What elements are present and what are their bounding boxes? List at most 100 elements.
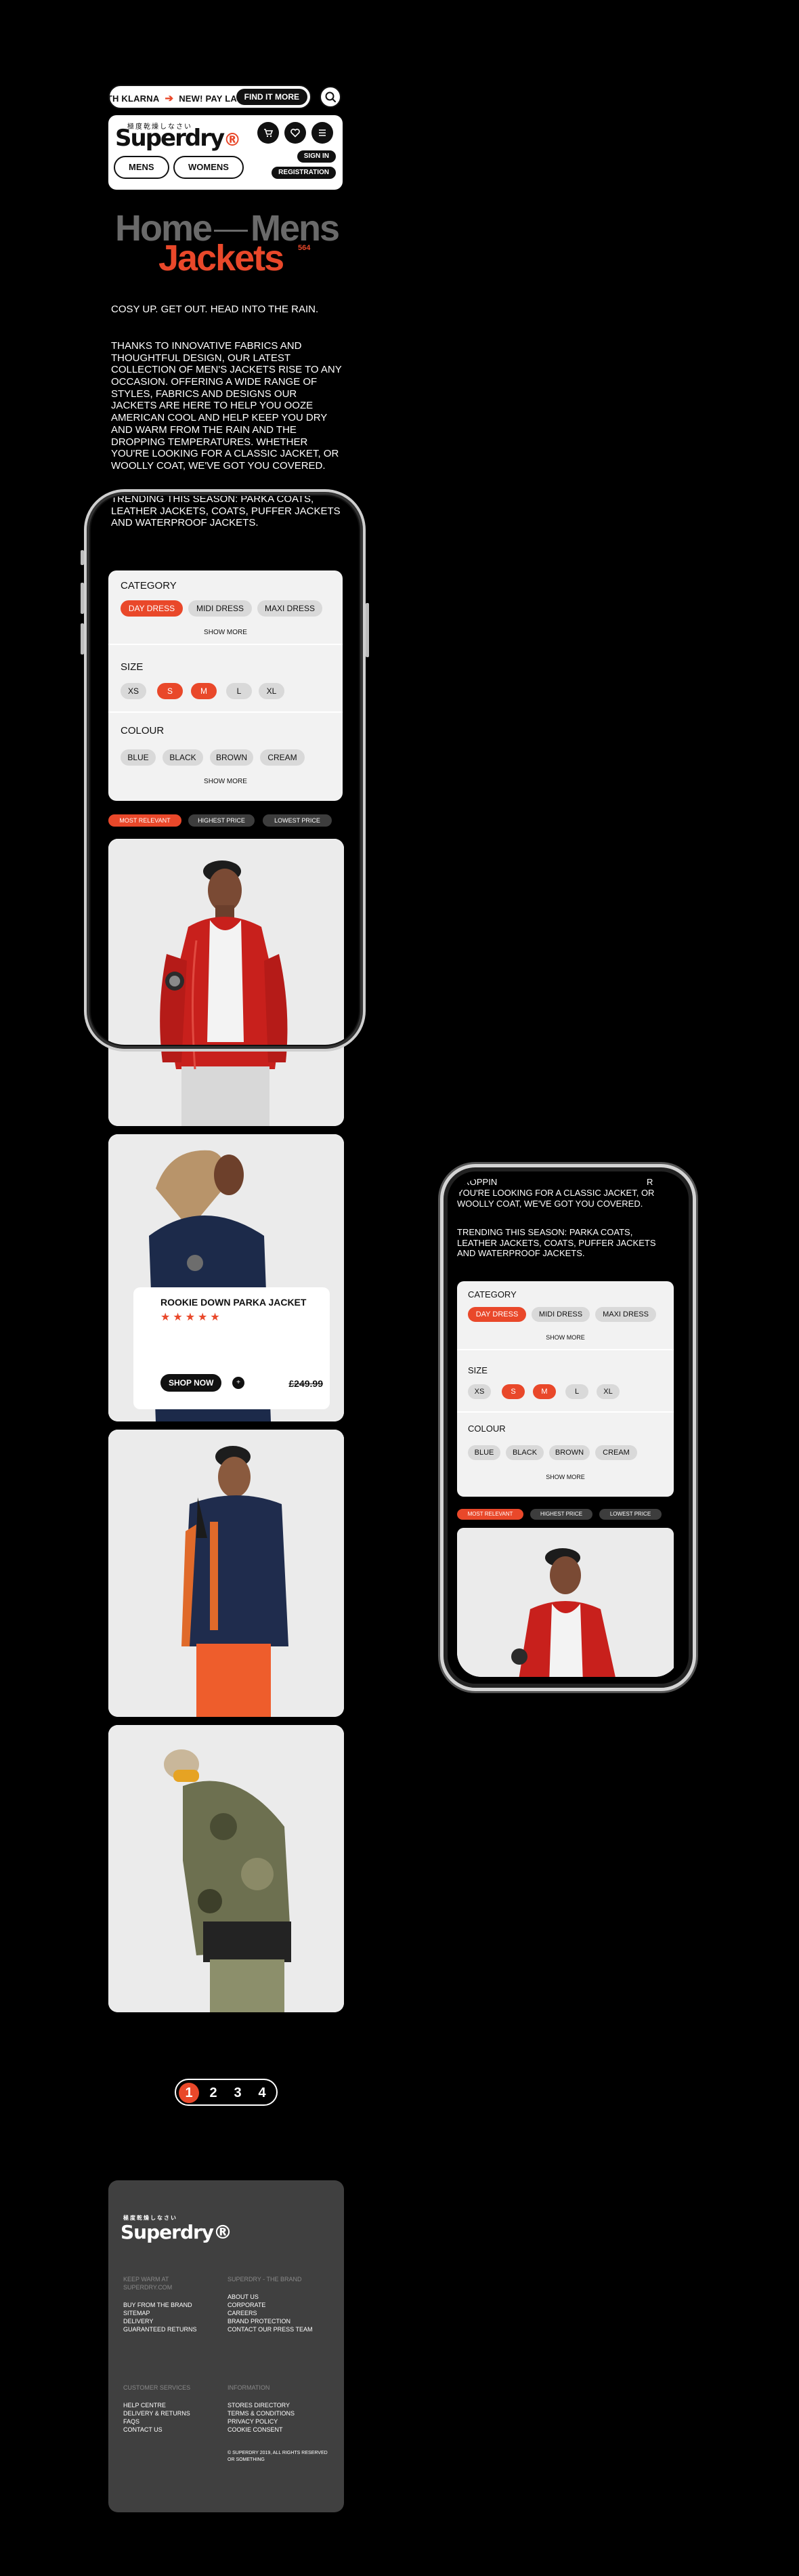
phone-show-more-colour[interactable]: Show more bbox=[457, 1474, 674, 1480]
product-image bbox=[108, 1725, 344, 2012]
tab-womens[interactable]: WOMENS bbox=[173, 156, 244, 179]
page-4[interactable]: 4 bbox=[252, 2083, 272, 2103]
phone-sort-highest-price[interactable]: Highest price bbox=[530, 1509, 592, 1520]
product-price: £249.99 bbox=[288, 1378, 323, 1389]
divider bbox=[457, 1411, 674, 1413]
show-more-colour[interactable]: Show more bbox=[108, 778, 343, 785]
chip-size-xs[interactable]: XS bbox=[121, 683, 146, 699]
phone-chip-day-dress[interactable]: Day dress bbox=[468, 1307, 526, 1322]
add-to-bag-icon[interactable]: + bbox=[232, 1377, 244, 1389]
phone-screen: DROPPIN R You're looking for a classic j… bbox=[457, 1178, 679, 1677]
search-icon bbox=[325, 91, 336, 102]
footer-link[interactable]: FAQs bbox=[123, 2417, 218, 2426]
footer-link[interactable]: Privacy policy bbox=[228, 2417, 329, 2426]
chip-colour-cream[interactable]: Cream bbox=[260, 749, 305, 766]
breadcrumb-separator bbox=[214, 230, 249, 232]
footer-link[interactable]: Cookie consent bbox=[228, 2426, 329, 2434]
phone-volume-up bbox=[81, 583, 84, 614]
shop-now-button[interactable]: Shop now bbox=[160, 1374, 222, 1392]
phone-chip-colour-cream[interactable]: Cream bbox=[595, 1445, 637, 1460]
phone-chip-colour-brown[interactable]: Brown bbox=[549, 1445, 590, 1460]
chip-size-l[interactable]: L bbox=[226, 683, 252, 699]
phone-intro-trending: Trending this season: parka coats, leath… bbox=[457, 1227, 656, 1259]
phone-preview: DROPPIN R You're looking for a classic j… bbox=[440, 1164, 696, 1691]
filter-category-heading: Category bbox=[121, 580, 177, 591]
phone-filter-panel: Category Day dress Midi dress Maxi dress… bbox=[457, 1281, 674, 1497]
footer-link[interactable]: Brand protection bbox=[228, 2317, 329, 2325]
hamburger-icon bbox=[319, 129, 326, 136]
chip-maxi-dress[interactable]: Maxi dress bbox=[257, 600, 322, 617]
superdry-logo[interactable]: Superdry® bbox=[115, 125, 241, 152]
product-card[interactable] bbox=[108, 839, 344, 1126]
footer-link[interactable]: Delivery & returns bbox=[123, 2409, 218, 2417]
show-more-category[interactable]: Show more bbox=[108, 629, 343, 636]
footer-link[interactable]: Sitemap bbox=[123, 2309, 218, 2317]
intro-lead: Cosy up. Get out. Head into the rain. bbox=[111, 304, 319, 315]
wishlist-button[interactable] bbox=[284, 122, 306, 144]
footer-link[interactable]: Buy from the brand bbox=[123, 2301, 218, 2309]
cart-button[interactable] bbox=[257, 122, 279, 144]
divider bbox=[108, 644, 343, 645]
product-card[interactable] bbox=[108, 1725, 344, 2012]
chip-colour-brown[interactable]: Brown bbox=[210, 749, 253, 766]
phone-filter-colour-heading: Colour bbox=[468, 1424, 506, 1434]
page-3[interactable]: 3 bbox=[228, 2083, 248, 2103]
footer-copyright: © Superdry 2019, all rights reserved or … bbox=[228, 2451, 328, 2462]
promo-ticker[interactable]: ITH KLARNA ➔ NEW! PAY LA FIND IT MORE bbox=[108, 85, 311, 109]
chip-midi-dress[interactable]: Midi dress bbox=[188, 600, 252, 617]
chip-size-xl[interactable]: XL bbox=[259, 683, 284, 699]
find-out-more-button[interactable]: FIND IT MORE bbox=[236, 89, 307, 105]
footer-logo[interactable]: 極度乾燥しなさい Superdry® bbox=[121, 2215, 232, 2243]
registration-button[interactable]: REGISTRATION bbox=[272, 167, 336, 179]
phone-chip-size-s[interactable]: S bbox=[502, 1384, 525, 1399]
chip-day-dress[interactable]: Day dress bbox=[121, 600, 183, 617]
footer-link[interactable]: Contact us bbox=[123, 2426, 218, 2434]
chip-size-s[interactable]: S bbox=[157, 683, 183, 699]
page-1[interactable]: 1 bbox=[179, 2083, 199, 2103]
footer-col-services: Customer services Help centre Delivery &… bbox=[123, 2384, 218, 2434]
chip-colour-black[interactable]: Black bbox=[163, 749, 203, 766]
heart-icon bbox=[290, 128, 300, 138]
menu-button[interactable] bbox=[311, 122, 333, 144]
phone-chip-size-m[interactable]: M bbox=[533, 1384, 556, 1399]
phone-filter-category-heading: Category bbox=[468, 1289, 517, 1300]
footer-link[interactable]: About us bbox=[228, 2293, 329, 2301]
footer-link[interactable]: Corporate bbox=[228, 2301, 329, 2309]
phone-chip-size-xl[interactable]: XL bbox=[597, 1384, 620, 1399]
promo-text: ITH KLARNA ➔ NEW! PAY LA bbox=[108, 93, 237, 104]
phone-chip-colour-blue[interactable]: Blue bbox=[468, 1445, 500, 1460]
phone-sort-most-relevant[interactable]: Most relevant bbox=[457, 1509, 523, 1520]
chip-size-m[interactable]: M bbox=[191, 683, 217, 699]
search-button[interactable] bbox=[320, 86, 341, 108]
footer-link[interactable]: Delivery bbox=[123, 2317, 218, 2325]
footer-link[interactable]: Careers bbox=[228, 2309, 329, 2317]
phone-chip-midi-dress[interactable]: Midi dress bbox=[532, 1307, 590, 1322]
footer-link[interactable]: Guaranteed returns bbox=[123, 2325, 218, 2333]
footer-link[interactable]: Terms & conditions bbox=[228, 2409, 329, 2417]
sort-highest-price[interactable]: Highest price bbox=[188, 814, 255, 827]
phone-chip-size-l[interactable]: L bbox=[565, 1384, 588, 1399]
sort-lowest-price[interactable]: Lowest price bbox=[263, 814, 332, 827]
footer-link[interactable]: Help centre bbox=[123, 2401, 218, 2409]
phone-chip-size-xs[interactable]: XS bbox=[468, 1384, 491, 1399]
filter-colour-heading: Colour bbox=[121, 725, 165, 736]
footer-col-shop: Keep warm at Superdry.com Buy from the b… bbox=[123, 2275, 218, 2333]
phone-filter-size-heading: Size bbox=[468, 1365, 488, 1375]
chip-colour-blue[interactable]: Blue bbox=[121, 749, 156, 766]
phone-volume-down bbox=[81, 623, 84, 655]
phone-show-more-category[interactable]: Show more bbox=[457, 1334, 674, 1341]
product-card[interactable] bbox=[108, 1430, 344, 1717]
phone-chip-maxi-dress[interactable]: Maxi dress bbox=[595, 1307, 656, 1322]
page-2[interactable]: 2 bbox=[203, 2083, 223, 2103]
footer-link[interactable]: Contact our press team bbox=[228, 2325, 329, 2333]
phone-sort-lowest-price[interactable]: Lowest price bbox=[599, 1509, 662, 1520]
sort-most-relevant[interactable]: Most relevant bbox=[108, 814, 181, 827]
pagination: 1 2 3 4 bbox=[175, 2079, 278, 2106]
sign-in-button[interactable]: SIGN IN bbox=[297, 150, 336, 163]
product-name[interactable]: Rookie down parka jacket bbox=[160, 1297, 306, 1308]
footer-link[interactable]: Stores directory bbox=[228, 2401, 329, 2409]
tab-mens[interactable]: MENS bbox=[114, 156, 169, 179]
cart-icon bbox=[264, 129, 274, 138]
phone-chip-colour-black[interactable]: Black bbox=[506, 1445, 544, 1460]
phone-product-card[interactable] bbox=[457, 1528, 674, 1677]
